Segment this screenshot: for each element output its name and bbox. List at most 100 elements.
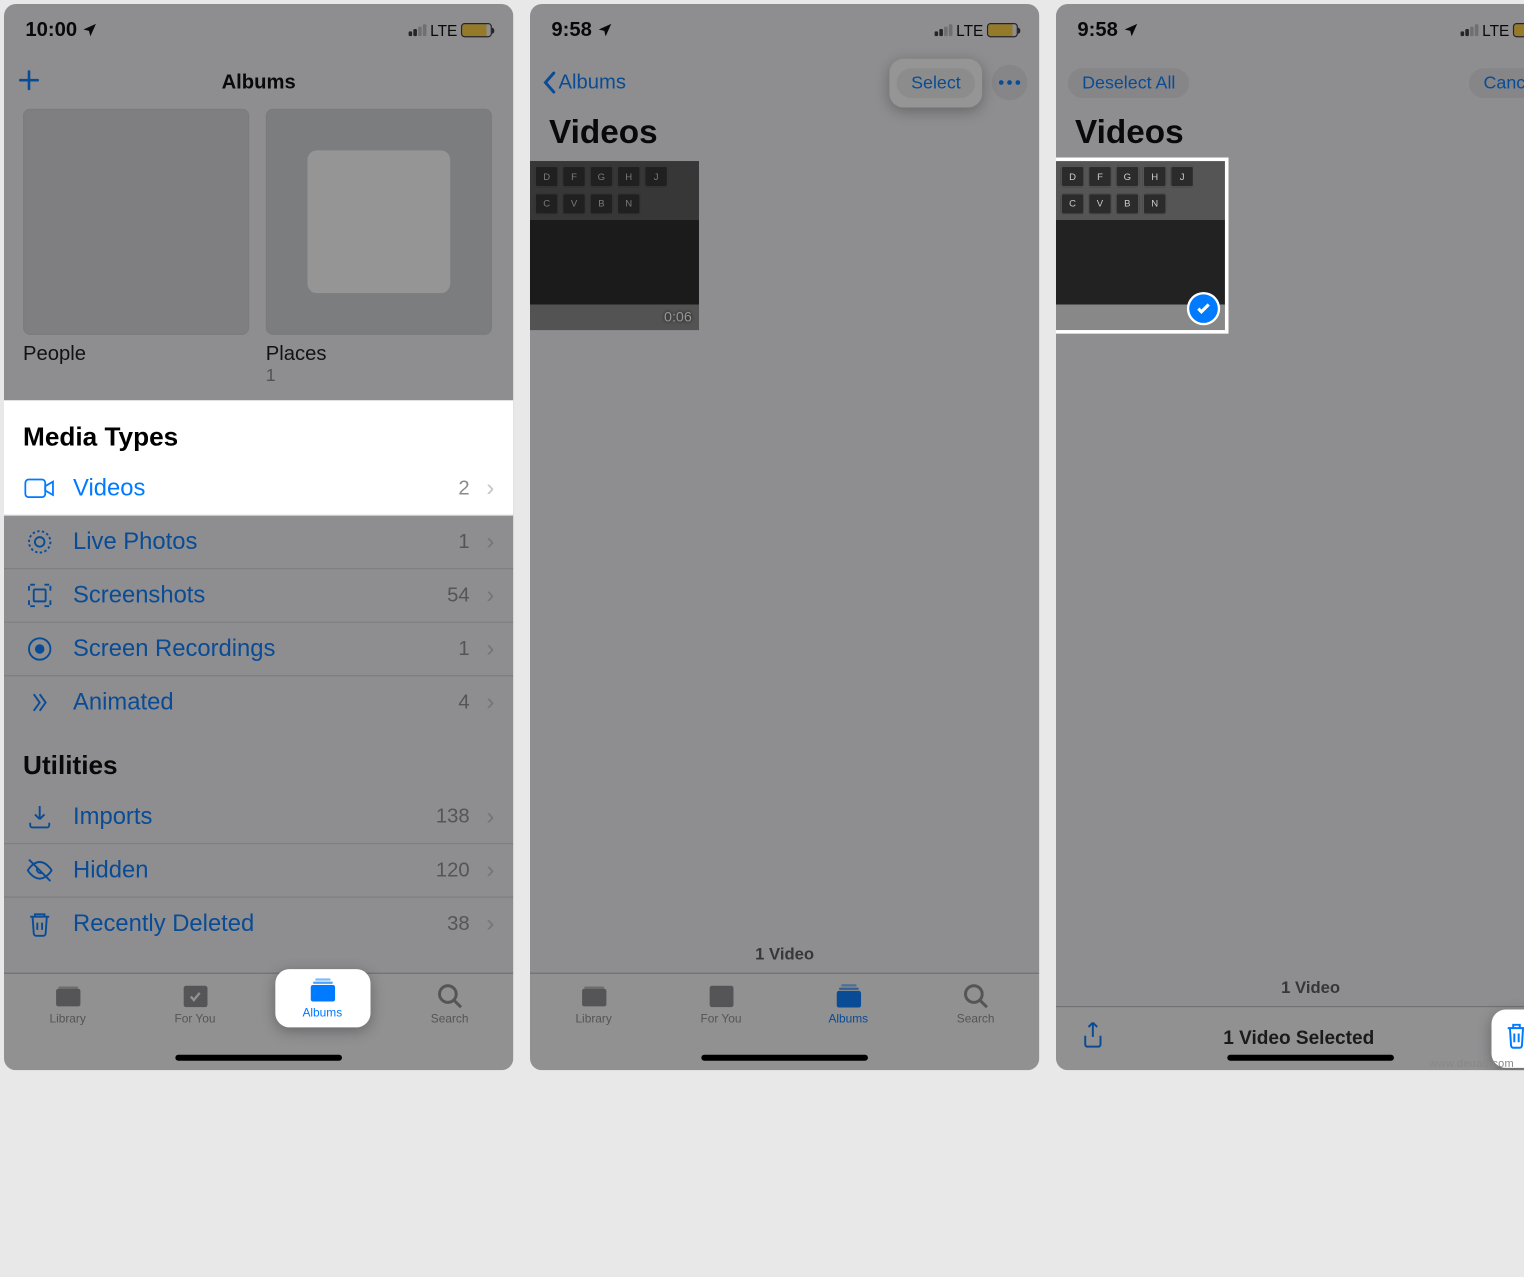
row-label: Hidden xyxy=(73,857,419,884)
album-thumb xyxy=(266,109,492,335)
tab-for-you[interactable]: For You xyxy=(657,974,784,1047)
row-label: Screen Recordings xyxy=(73,635,442,662)
status-time: 10:00 xyxy=(25,18,77,42)
tab-search[interactable]: Search xyxy=(912,974,1039,1047)
selection-count: 1 Video Selected xyxy=(1223,1028,1374,1049)
row-count: 1 xyxy=(458,530,469,554)
tab-label: Library xyxy=(49,1013,85,1026)
chevron-right-icon: › xyxy=(486,803,494,830)
signal-icon xyxy=(409,24,427,36)
network-label: LTE xyxy=(956,21,983,39)
chevron-right-icon: › xyxy=(486,910,494,937)
more-button[interactable] xyxy=(992,65,1028,101)
battery-icon xyxy=(1513,23,1524,37)
row-count: 38 xyxy=(447,912,470,936)
live-photos-icon xyxy=(23,528,56,557)
share-button[interactable] xyxy=(1080,1019,1106,1058)
album-label: People xyxy=(23,342,251,366)
row-label: Live Photos xyxy=(73,528,442,555)
video-item[interactable]: DFGHJCVBN 0:06 xyxy=(530,161,699,330)
ellipsis-icon xyxy=(999,80,1020,85)
tab-albums[interactable]: Albums xyxy=(785,974,912,1047)
trash-icon xyxy=(23,910,56,939)
selected-check-icon xyxy=(1189,294,1218,323)
chevron-right-icon: › xyxy=(486,582,494,609)
nav-bar: Albums xyxy=(4,56,513,108)
add-button[interactable] xyxy=(16,66,42,98)
animated-icon xyxy=(23,688,56,717)
watermark: www.deuaq.com xyxy=(1429,1058,1514,1070)
tab-label: Albums xyxy=(302,1007,342,1020)
grid-summary: 1 Video xyxy=(1056,968,1524,1006)
nav-bar: Albums Select xyxy=(530,56,1039,108)
screenshots-icon xyxy=(23,581,56,610)
album-people[interactable]: People xyxy=(23,109,251,386)
cancel-button[interactable]: Cancel xyxy=(1469,68,1524,98)
album-count: 1 xyxy=(266,366,494,386)
signal-icon xyxy=(935,24,953,36)
media-row-videos[interactable]: Videos 2 › xyxy=(4,462,513,516)
album-thumb xyxy=(23,109,249,335)
status-bar: 9:58 LTE xyxy=(1056,4,1524,56)
row-count: 1 xyxy=(458,637,469,661)
screen-videos: 9:58 LTE Albums Select Videos xyxy=(530,4,1039,1070)
hidden-icon xyxy=(23,856,56,885)
row-label: Screenshots xyxy=(73,582,430,609)
status-time: 9:58 xyxy=(551,18,591,42)
delete-button[interactable] xyxy=(1503,1037,1524,1057)
page-title: Videos xyxy=(1056,109,1524,161)
chevron-left-icon xyxy=(542,71,556,95)
network-label: LTE xyxy=(430,21,457,39)
row-count: 138 xyxy=(436,805,470,829)
video-icon xyxy=(23,474,56,503)
tab-label: Library xyxy=(575,1013,611,1026)
home-indicator[interactable] xyxy=(175,1055,342,1061)
tab-label: For You xyxy=(700,1013,741,1026)
map-pin-icon xyxy=(307,150,450,293)
tab-for-you[interactable]: For You xyxy=(131,974,258,1047)
media-row-screenshots[interactable]: Screenshots 54 › xyxy=(4,569,513,623)
cancel-label: Cancel xyxy=(1484,72,1524,92)
chevron-right-icon: › xyxy=(486,857,494,884)
back-button[interactable]: Albums xyxy=(542,71,626,95)
location-icon xyxy=(82,22,99,39)
nav-bar: Deselect All Cancel xyxy=(1056,56,1524,108)
tab-library[interactable]: Library xyxy=(4,974,131,1047)
utility-row-hidden[interactable]: Hidden 120 › xyxy=(4,844,513,898)
select-button[interactable]: Select xyxy=(897,68,975,98)
home-indicator[interactable] xyxy=(1227,1055,1394,1061)
tab-label: For You xyxy=(174,1013,215,1026)
grid-summary: 1 Video xyxy=(530,935,1039,973)
deselect-label: Deselect All xyxy=(1082,72,1175,92)
status-time: 9:58 xyxy=(1077,18,1117,42)
section-header-media: Media Types xyxy=(4,400,513,462)
tab-library[interactable]: Library xyxy=(530,974,657,1047)
tab-albums[interactable]: Albums xyxy=(259,974,386,1047)
row-count: 120 xyxy=(436,858,470,882)
row-label: Videos xyxy=(73,475,442,502)
media-row-screen-recordings[interactable]: Screen Recordings 1 › xyxy=(4,623,513,677)
media-row-animated[interactable]: Animated 4 › xyxy=(4,676,513,728)
row-count: 4 xyxy=(458,691,469,715)
media-row-live-photos[interactable]: Live Photos 1 › xyxy=(4,516,513,570)
row-count: 54 xyxy=(447,584,470,608)
album-places[interactable]: Places 1 xyxy=(266,109,494,386)
screen-recordings-icon xyxy=(23,635,56,664)
album-label: Places xyxy=(266,342,494,366)
deselect-all-button[interactable]: Deselect All xyxy=(1068,68,1190,98)
home-indicator[interactable] xyxy=(701,1055,868,1061)
network-label: LTE xyxy=(1482,21,1509,39)
row-label: Recently Deleted xyxy=(73,910,430,937)
row-count: 2 xyxy=(458,476,469,500)
signal-icon xyxy=(1461,24,1479,36)
video-item-selected[interactable]: DFGHJCVBN xyxy=(1056,161,1225,330)
video-grid: DFGHJCVBN xyxy=(1056,161,1524,330)
row-label: Imports xyxy=(73,803,419,830)
chevron-right-icon: › xyxy=(486,475,494,502)
tab-search[interactable]: Search xyxy=(386,974,513,1047)
utility-row-recently-deleted[interactable]: Recently Deleted 38 › xyxy=(4,898,513,950)
select-label: Select xyxy=(911,72,961,92)
chevron-right-icon: › xyxy=(486,635,494,662)
utility-row-imports[interactable]: Imports 138 › xyxy=(4,791,513,845)
video-duration: 0:06 xyxy=(664,309,692,326)
